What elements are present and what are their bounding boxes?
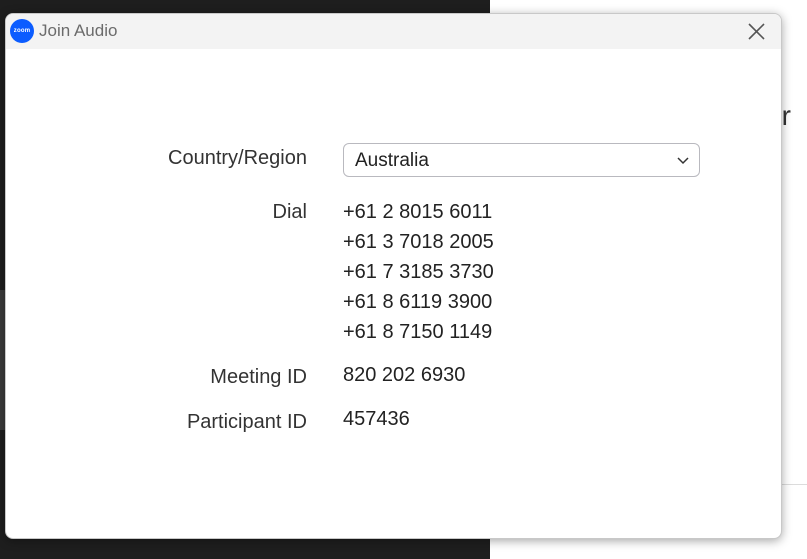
participant-id-label: Participant ID — [186, 411, 307, 433]
dial-number: +61 7 3185 3730 — [343, 261, 494, 283]
close-button[interactable] — [743, 19, 771, 45]
close-icon — [748, 23, 765, 40]
background-divider — [780, 484, 807, 485]
join-audio-dialog: zoom Join Audio Country/Region Australia… — [5, 13, 782, 539]
participant-id-value: 457436 — [343, 408, 410, 430]
dial-number-list: +61 2 8015 6011 +61 3 7018 2005 +61 7 31… — [343, 197, 494, 347]
background-partial-text: r — [781, 100, 791, 131]
dial-label: Dial — [272, 201, 307, 223]
dial-number: +61 2 8015 6011 — [343, 201, 493, 223]
meeting-id-value: 820 202 6930 — [343, 364, 466, 386]
dial-number: +61 3 7018 2005 — [343, 231, 494, 253]
meeting-id-label: Meeting ID — [210, 366, 307, 388]
country-region-value: Australia — [355, 150, 429, 171]
zoom-logo-icon: zoom — [10, 19, 34, 43]
dial-number: +61 8 6119 3900 — [343, 291, 493, 313]
dial-number: +61 8 7150 1149 — [343, 321, 493, 343]
title-bar[interactable]: zoom Join Audio — [6, 14, 781, 49]
country-region-label: Country/Region — [168, 147, 307, 169]
window-title: Join Audio — [39, 21, 118, 40]
country-region-select[interactable]: Australia — [343, 143, 700, 177]
chevron-down-icon — [677, 157, 689, 165]
